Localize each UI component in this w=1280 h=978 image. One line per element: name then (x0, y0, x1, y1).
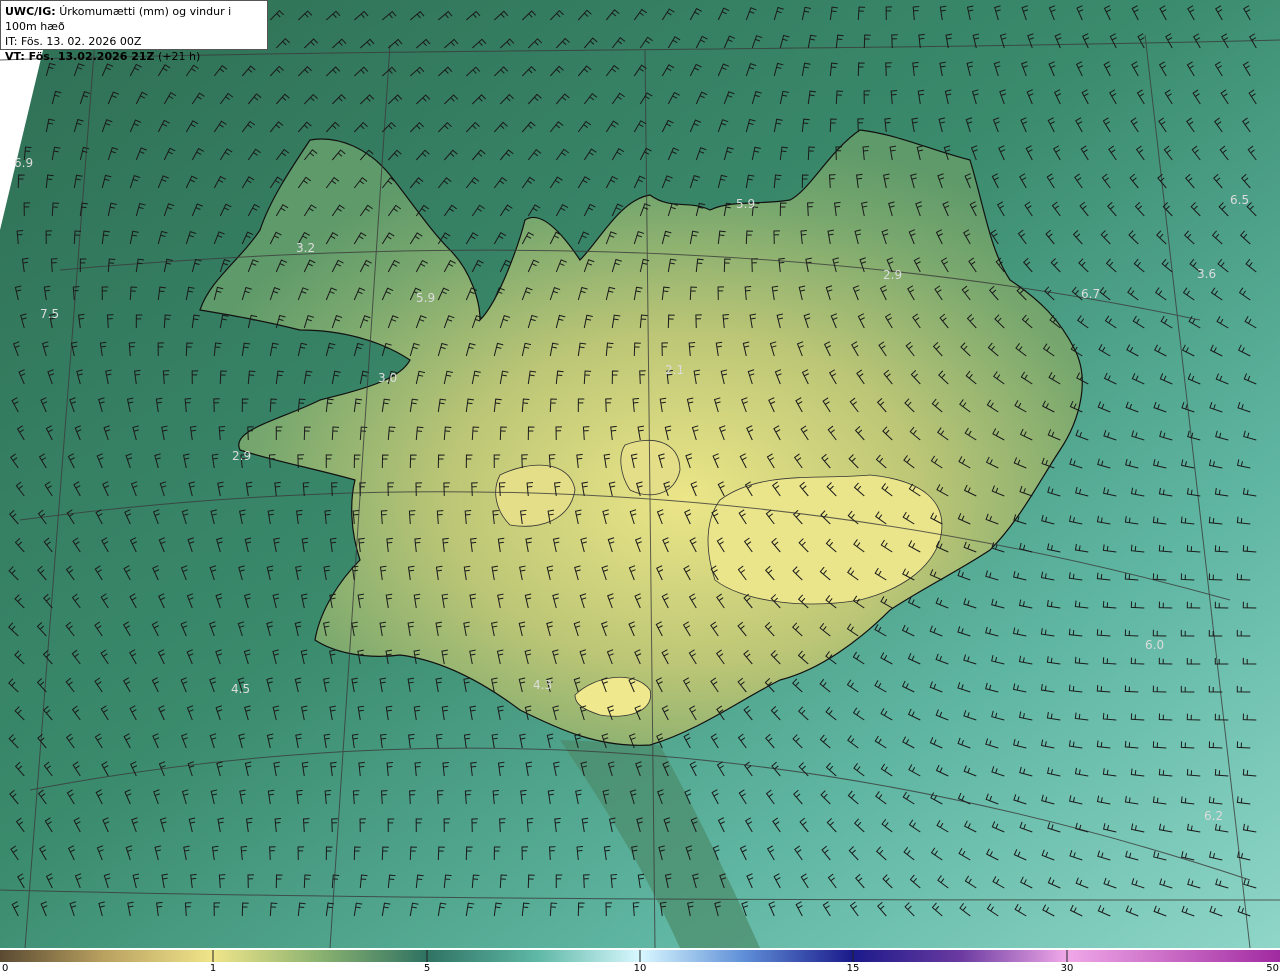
value-label: 5.9 (736, 197, 755, 211)
colorbar-tick: 15 (846, 963, 860, 974)
colorbar-ticks: 0 1 5 10 15 30 50 (0, 962, 1280, 978)
value-label: 2.9 (232, 449, 251, 463)
langjokull-outline (620, 439, 681, 496)
init-time: IT: Fös. 13. 02. 2026 00Z (5, 35, 142, 48)
value-label: 7.5 (40, 307, 59, 321)
value-label: 6.9 (14, 156, 33, 170)
lead-time: (+21 h) (158, 50, 201, 63)
value-label: 6.0 (1145, 638, 1164, 652)
value-label: 6.2 (1204, 809, 1223, 823)
value-label: 4.3 (533, 678, 552, 692)
value-label: 5.9 (416, 291, 435, 305)
colorbar-tick: 30 (1060, 963, 1074, 974)
value-label: 3.0 (378, 371, 397, 385)
map-title-box: UWC/IG: Úrkomumætti (mm) og vindur i 100… (0, 0, 268, 63)
value-label: 6.7 (1081, 287, 1100, 301)
value-label: 3.6 (1197, 267, 1216, 281)
precipitation-wind-map[interactable]: 6.9 3.2 5.9 7.5 3.0 2.9 5.9 2.9 6.5 6.7 … (0, 0, 1280, 948)
colorbar-tick: 50 (1266, 963, 1279, 974)
valid-time: VT: Fös. 13.02.2026 21Z (5, 50, 155, 63)
value-label: 2.9 (883, 268, 902, 282)
colorbar-tick: 5 (423, 963, 431, 974)
colorbar-tick: 1 (209, 963, 217, 974)
colorbar-tick: 0 (2, 963, 9, 974)
title-line: UWC/IG: Úrkomumætti (mm) og vindur i 100… (5, 4, 263, 34)
value-label: 3.2 (296, 241, 315, 255)
value-label: 6.5 (1230, 193, 1249, 207)
model-name: UWC/IG: (5, 5, 56, 18)
colorbar (0, 950, 1280, 962)
colorbar-tick: 10 (633, 963, 647, 974)
valid-time-line: VT: Fös. 13.02.2026 21Z (+21 h) (5, 49, 263, 64)
value-label: 4.5 (231, 682, 250, 696)
value-label: 2.1 (665, 363, 684, 377)
